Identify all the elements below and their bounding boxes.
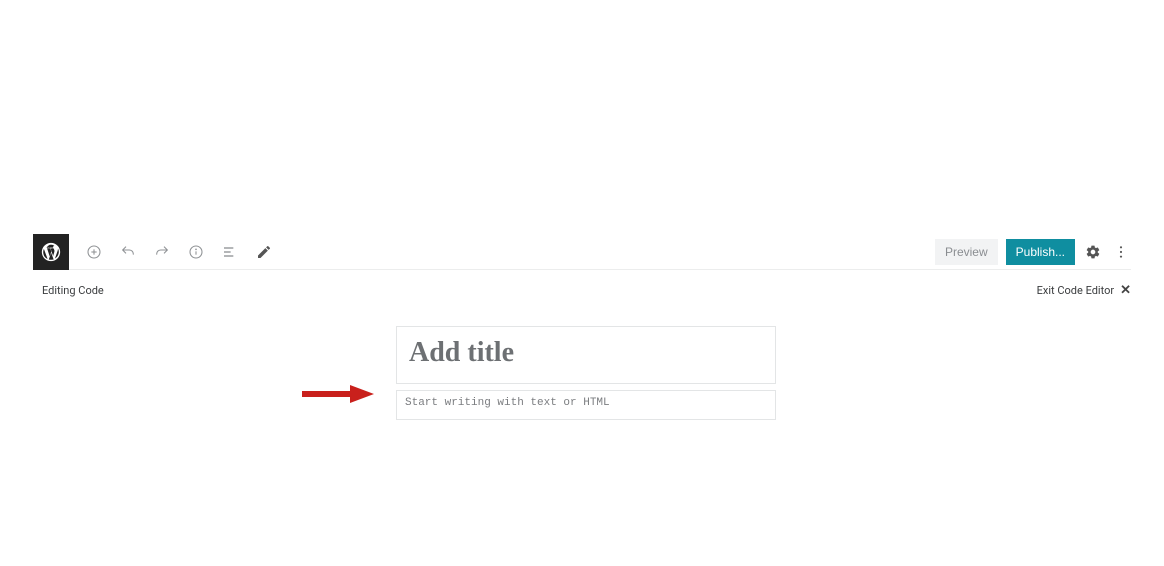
settings-gear-icon[interactable] bbox=[1083, 242, 1103, 262]
mode-status-bar: Editing Code Exit Code Editor ✕ bbox=[33, 281, 1131, 299]
code-editor-area bbox=[396, 326, 776, 420]
toolbar-left-group bbox=[83, 241, 275, 263]
close-icon: ✕ bbox=[1120, 283, 1131, 298]
post-content-textarea[interactable] bbox=[405, 396, 767, 410]
outline-icon[interactable] bbox=[219, 241, 241, 263]
editing-mode-label: Editing Code bbox=[42, 284, 104, 297]
toolbar-right-group: Preview Publish... bbox=[935, 239, 1131, 265]
publish-button[interactable]: Publish... bbox=[1006, 239, 1075, 265]
exit-code-editor-label: Exit Code Editor bbox=[1037, 284, 1114, 297]
redo-icon[interactable] bbox=[151, 241, 173, 263]
editor-toolbar: Preview Publish... bbox=[33, 234, 1131, 270]
info-icon[interactable] bbox=[185, 241, 207, 263]
edit-icon[interactable] bbox=[253, 241, 275, 263]
add-block-icon[interactable] bbox=[83, 241, 105, 263]
wordpress-logo-icon[interactable] bbox=[33, 234, 69, 270]
post-title-input[interactable] bbox=[409, 337, 763, 369]
annotation-arrow-icon bbox=[302, 385, 374, 403]
undo-icon[interactable] bbox=[117, 241, 139, 263]
more-vertical-icon[interactable] bbox=[1111, 242, 1131, 262]
content-field-wrap bbox=[396, 390, 776, 420]
preview-button[interactable]: Preview bbox=[935, 239, 998, 265]
title-field-wrap bbox=[396, 326, 776, 384]
exit-code-editor-button[interactable]: Exit Code Editor ✕ bbox=[1037, 283, 1131, 298]
